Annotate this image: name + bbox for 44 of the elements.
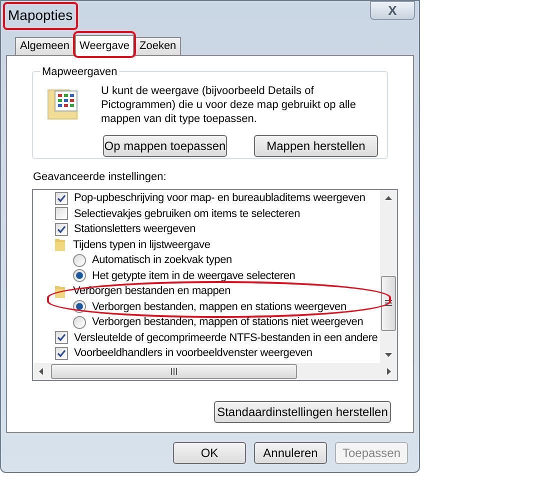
- group-title: Mapweergaven: [40, 64, 120, 80]
- grip-icon: [171, 368, 177, 374]
- setting-label: Tijdens typen in lijstweergave: [73, 238, 210, 253]
- tab[interactable]: Zoeken: [134, 37, 182, 55]
- setting-label: Verborgen bestanden, mappen of stations niet weergeven: [92, 315, 364, 330]
- vertical-scrollbar[interactable]: [380, 190, 397, 362]
- up-arrow-icon[interactable]: [385, 196, 392, 200]
- tab[interactable]: Algemeen: [15, 37, 75, 55]
- description-text: U kunt de weergave (bijvoorbeeld Details of Pictogrammen) die u voor deze map gebruikt op alle mappen van dit type toepassen.: [101, 84, 357, 126]
- grip-icon: [385, 300, 392, 306]
- section-label: Geavanceerde instellingen:: [33, 170, 168, 185]
- setting-label: Het getypte item in de weergave selecteren: [92, 268, 296, 284]
- setting-label: Verborgen bestanden en mappen: [73, 284, 230, 300]
- checkbox[interactable]: [55, 207, 68, 220]
- dialog-button[interactable]: OK: [173, 442, 246, 464]
- checkbox[interactable]: [55, 222, 68, 236]
- close-button[interactable]: X: [370, 1, 415, 20]
- horizontal-scrollbar[interactable]: [33, 362, 397, 380]
- folder-grid-icon: [47, 88, 79, 120]
- radio-button[interactable]: [73, 300, 86, 314]
- folder-icon: [55, 284, 65, 298]
- right-arrow-icon[interactable]: [387, 368, 391, 374]
- radio-button[interactable]: [73, 316, 86, 329]
- down-arrow-icon[interactable]: [385, 352, 392, 356]
- dialog-button[interactable]: Annuleren: [254, 442, 327, 464]
- setting-label: Automatisch in zoekvak typen: [92, 253, 232, 268]
- left-arrow-icon[interactable]: [39, 368, 43, 374]
- radio-button[interactable]: [73, 269, 86, 282]
- setting-label: Voorbeeldhandlers in voorbeeldvenster weergeven: [74, 346, 312, 362]
- setting-label: Verborgen bestanden, mappen en stations weergeven: [92, 300, 346, 315]
- restore-defaults-button[interactable]: Standaardinstellingen herstellen: [214, 400, 391, 422]
- setting-label: Stationsletters weergeven: [74, 222, 196, 238]
- apply-button[interactable]: Op mappen toepassen: [103, 135, 227, 157]
- setting-label: Selectievakjes gebruiken om items te selecteren: [74, 206, 300, 222]
- checkbox[interactable]: [55, 331, 68, 344]
- setting-label: Versleutelde of gecomprimeerde NTFS-bestanden in een andere: [74, 330, 378, 346]
- tab[interactable]: Weergave: [74, 35, 134, 56]
- apply-button[interactable]: Mappen herstellen: [254, 135, 378, 157]
- checkbox[interactable]: [55, 346, 68, 360]
- setting-label: Pop-upbeschrijving voor map- en bureaubladitems weergeven: [74, 191, 366, 206]
- checkbox[interactable]: [55, 192, 68, 205]
- radio-button[interactable]: [73, 254, 86, 267]
- window-title: Mapopties: [7, 6, 74, 25]
- folder-icon: [55, 238, 65, 252]
